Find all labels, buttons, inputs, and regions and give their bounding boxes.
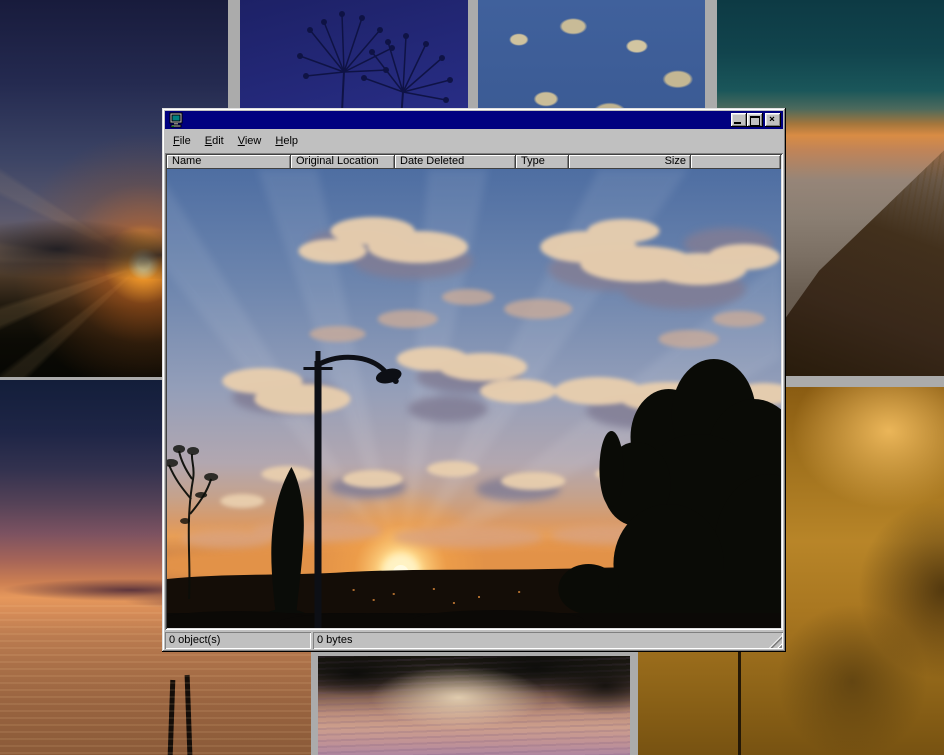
list-viewport-sunset-photo[interactable]: pno: [167, 169, 781, 628]
lake-pole: [185, 675, 193, 755]
minimize-icon: [734, 122, 741, 124]
status-object-count: 0 object(s): [165, 632, 311, 649]
menu-item-file[interactable]: File: [166, 133, 198, 149]
list-area: Name Original Location Date Deleted Type…: [165, 153, 783, 630]
computer-icon: [168, 112, 184, 128]
photo-water-reflection: [318, 656, 630, 755]
status-bar: 0 object(s) 0 bytes: [165, 630, 783, 649]
lake-pole: [168, 680, 176, 755]
column-header-name[interactable]: Name: [167, 155, 291, 169]
column-header-type[interactable]: Type: [516, 155, 569, 169]
resize-grip[interactable]: [769, 635, 782, 648]
close-icon: ×: [769, 116, 775, 124]
menu-item-view[interactable]: View: [231, 133, 269, 149]
menu-bar: FileEditViewHelp: [166, 131, 782, 150]
maximize-icon: [750, 116, 760, 126]
column-header-size[interactable]: Size: [569, 155, 691, 169]
column-header-row: Name Original Location Date Deleted Type…: [167, 155, 781, 169]
close-button[interactable]: ×: [765, 113, 781, 127]
column-header-blank[interactable]: [691, 155, 781, 169]
desktop: × FileEditViewHelp Name Original Locatio…: [0, 0, 944, 755]
title-bar[interactable]: ×: [165, 111, 783, 129]
maximize-button[interactable]: [747, 113, 763, 127]
sunset-lamp-photo: pno: [167, 169, 781, 628]
recycle-bin-window: × FileEditViewHelp Name Original Locatio…: [162, 108, 786, 652]
menu-item-edit[interactable]: Edit: [198, 133, 231, 149]
status-size-text: 0 bytes: [317, 634, 352, 646]
status-size: 0 bytes: [313, 632, 783, 649]
minimize-button[interactable]: [731, 113, 747, 127]
menu-item-help[interactable]: Help: [268, 133, 305, 149]
column-header-date-deleted[interactable]: Date Deleted: [395, 155, 516, 169]
column-header-original-location[interactable]: Original Location: [291, 155, 395, 169]
